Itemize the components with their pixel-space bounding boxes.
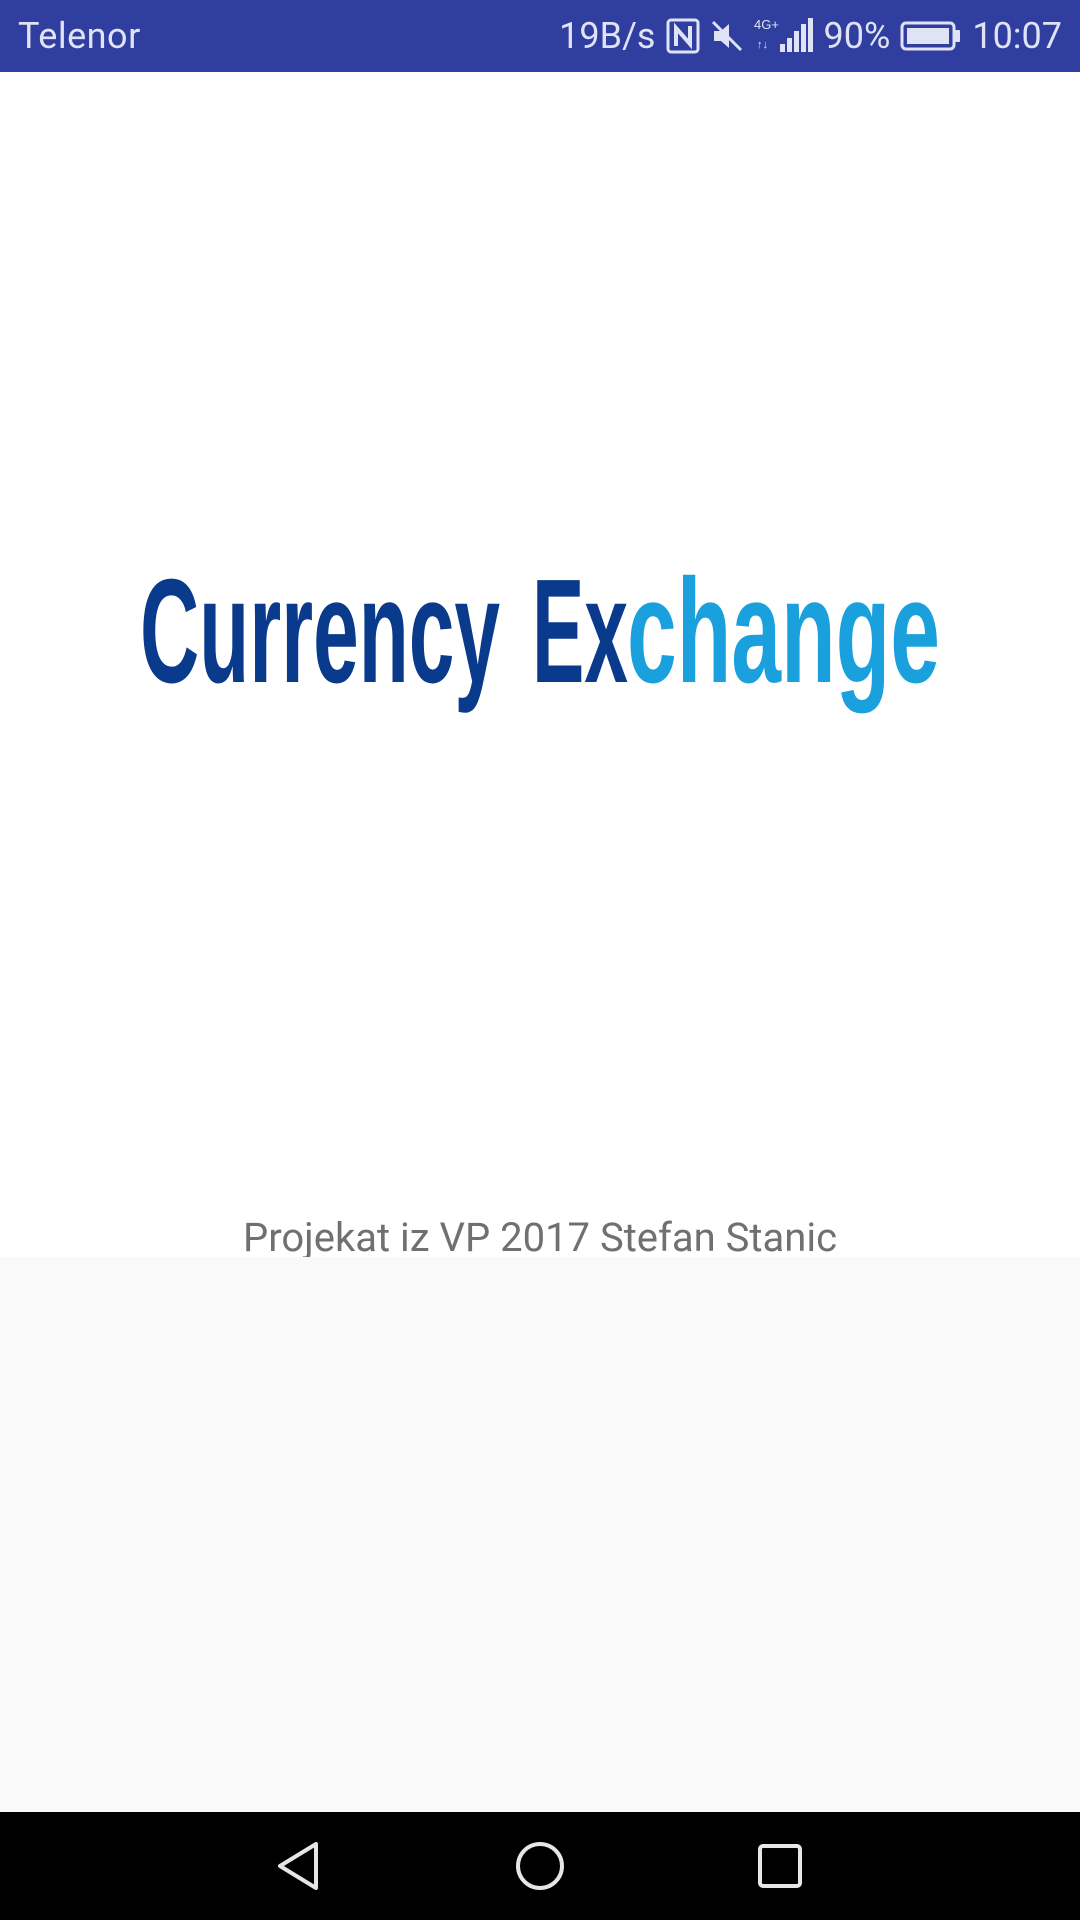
clock: 10:07: [972, 15, 1062, 57]
navigation-bar: [0, 1812, 1080, 1920]
signal-icon: 4G+ ↑↓: [754, 16, 814, 56]
logo-word-change: change: [627, 552, 940, 714]
logo-word-ex: Ex: [532, 552, 628, 714]
battery-percent: 90%: [823, 15, 891, 57]
network-type-label: 4G+: [754, 17, 779, 32]
status-icons: 19B/s 4G+ ↑↓ 90% 10:07: [559, 15, 1062, 57]
currency-exchange-logo: Currency Ex change: [140, 552, 940, 714]
credit-text: Projekat iz VP 2017 Stefan Stanic: [242, 1214, 838, 1261]
blank-area: [0, 1257, 1080, 1812]
battery-icon: [900, 21, 962, 51]
logo-word-currency: Currency: [140, 552, 500, 714]
status-bar: Telenor 19B/s 4G+ ↑↓ 90% 10:07: [0, 0, 1080, 72]
svg-text:↑↓: ↑↓: [757, 39, 768, 51]
splash-content: Currency Ex change Projekat iz VP 2017 S…: [0, 72, 1080, 1261]
home-icon[interactable]: [510, 1836, 570, 1896]
carrier-name: Telenor: [18, 15, 141, 57]
muted-icon: [710, 18, 744, 54]
recent-apps-icon[interactable]: [750, 1836, 810, 1896]
nfc-icon: [666, 18, 700, 54]
data-speed: 19B/s: [559, 15, 656, 57]
back-icon[interactable]: [270, 1836, 330, 1896]
